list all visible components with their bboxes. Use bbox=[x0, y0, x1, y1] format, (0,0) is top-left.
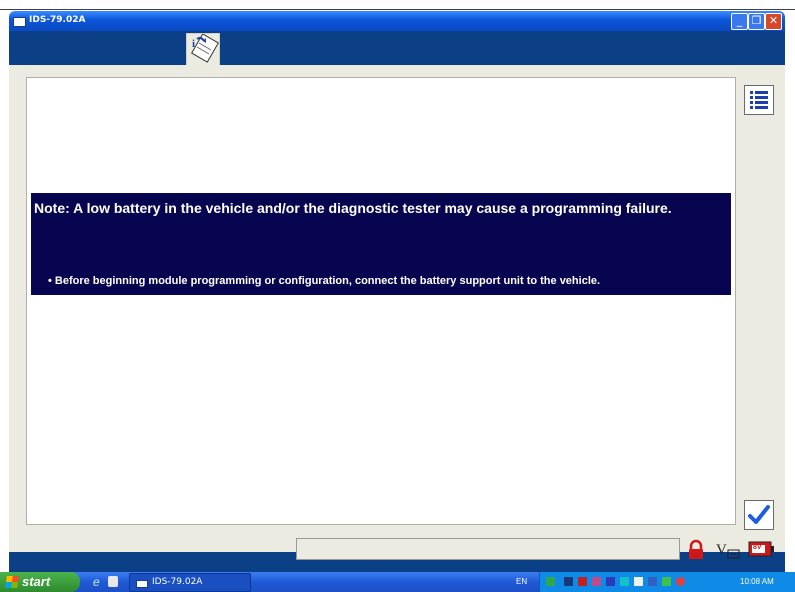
vehicle-voltage-icon: V bbox=[716, 542, 740, 559]
minimize-button[interactable]: _ bbox=[731, 13, 748, 30]
tray-device-icon[interactable] bbox=[606, 577, 615, 586]
ie-quicklaunch-icon[interactable]: e bbox=[93, 575, 100, 589]
start-button[interactable]: start bbox=[0, 572, 80, 592]
tray-monitor-icon[interactable] bbox=[564, 577, 573, 586]
start-label: start bbox=[22, 574, 51, 589]
note-heading: Note: A low battery in the vehicle and/o… bbox=[34, 200, 672, 216]
window-titlebar[interactable]: IDS-79.02A _ ❐ ✕ bbox=[9, 11, 785, 31]
window-body: i Note: A low battery in the vehicle and… bbox=[9, 31, 785, 572]
list-button[interactable] bbox=[744, 85, 774, 115]
content-area: Note: A low battery in the vehicle and/o… bbox=[26, 77, 736, 525]
maximize-button[interactable]: ❐ bbox=[748, 13, 765, 30]
lock-button[interactable] bbox=[685, 539, 707, 561]
confirm-button[interactable] bbox=[744, 500, 774, 530]
info-tool-icon: i bbox=[191, 33, 219, 63]
system-tray: 10:08 AM bbox=[539, 572, 795, 592]
taskbar-item-icon bbox=[136, 580, 148, 588]
windows-taskbar: start e IDS-79.02A EN 10:08 AM bbox=[0, 572, 795, 592]
battery-label: 8V bbox=[753, 544, 762, 551]
list-icon bbox=[750, 91, 768, 109]
tray-security-icon[interactable] bbox=[578, 577, 587, 586]
voltage-button[interactable]: V bbox=[715, 538, 741, 562]
tray-network-icon[interactable] bbox=[546, 577, 555, 586]
padlock-icon bbox=[689, 539, 703, 559]
tray-window-icon[interactable] bbox=[648, 577, 657, 586]
toolbar-tab-info[interactable]: i bbox=[186, 33, 220, 66]
system-clock[interactable]: 10:08 AM bbox=[740, 577, 774, 586]
tray-display-icon[interactable] bbox=[620, 577, 629, 586]
tray-hand-icon[interactable] bbox=[634, 577, 643, 586]
tray-wifi-icon[interactable] bbox=[662, 577, 671, 586]
taskbar-item-label: IDS-79.02A bbox=[152, 577, 203, 587]
note-bullet-item: • Before beginning module programming or… bbox=[48, 275, 601, 287]
window-app-icon bbox=[13, 17, 26, 27]
battery-warning-note: Note: A low battery in the vehicle and/o… bbox=[31, 193, 731, 295]
checkmark-icon bbox=[748, 505, 770, 524]
status-field bbox=[296, 538, 680, 560]
taskbar-item-ids[interactable]: IDS-79.02A bbox=[129, 573, 251, 592]
window-title: IDS-79.02A bbox=[29, 15, 86, 25]
svg-text:V: V bbox=[716, 542, 727, 558]
language-indicator[interactable]: EN bbox=[516, 577, 527, 586]
windows-logo-icon bbox=[5, 576, 19, 588]
quicklaunch-icon[interactable] bbox=[108, 576, 118, 587]
battery-status: 8V bbox=[748, 540, 776, 558]
top-border bbox=[0, 0, 795, 10]
svg-text:i: i bbox=[192, 38, 195, 50]
close-button[interactable]: ✕ bbox=[765, 13, 782, 30]
tray-antivirus-icon[interactable] bbox=[676, 577, 685, 586]
tray-app-icon[interactable] bbox=[592, 577, 601, 586]
